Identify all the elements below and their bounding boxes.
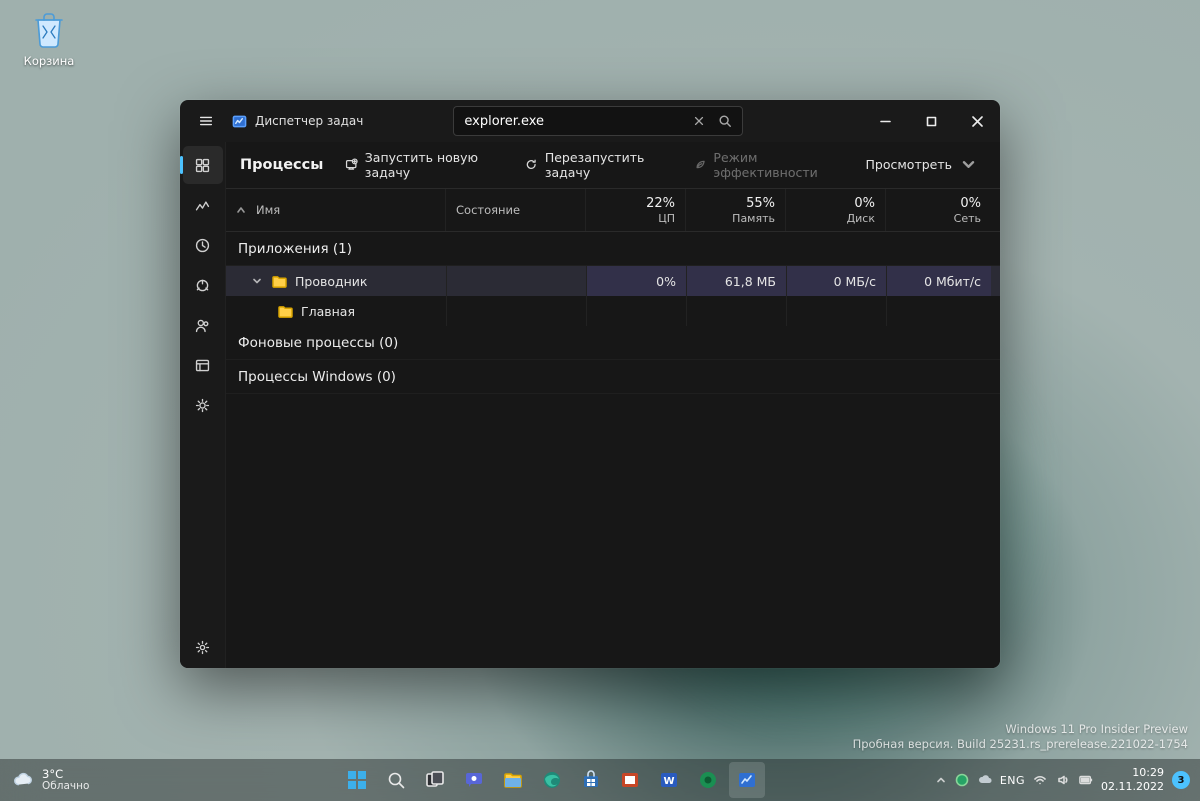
restart-task-button[interactable]: Перезапустить задачу [515, 149, 678, 181]
nav-users[interactable] [183, 306, 223, 344]
system-tray[interactable] [955, 773, 992, 787]
page-title: Процессы [240, 157, 323, 173]
maximize-button[interactable] [908, 100, 954, 142]
taskbar-search[interactable] [378, 762, 414, 798]
col-network[interactable]: 0%Сеть [886, 189, 991, 231]
task-manager-icon [232, 114, 247, 129]
run-new-task-button[interactable]: Запустить новую задачу [335, 149, 509, 181]
efficiency-mode-button: Режим эффективности [684, 149, 850, 181]
taskbar-center: W [170, 762, 935, 798]
svg-text:W: W [664, 776, 675, 787]
ime-indicator[interactable]: ENG [1000, 774, 1025, 787]
build-watermark: Windows 11 Pro Insider Preview Пробная в… [853, 722, 1188, 753]
quick-settings[interactable] [1033, 773, 1093, 787]
search-submit-button[interactable] [712, 108, 738, 134]
task-view-button[interactable] [417, 762, 453, 798]
left-nav [180, 142, 226, 668]
taskbar-condition: Облачно [42, 781, 89, 793]
search-input[interactable] [464, 114, 686, 129]
col-memory[interactable]: 55%Память [686, 189, 786, 231]
folder-icon [278, 305, 293, 318]
hamburger-button[interactable] [188, 103, 224, 139]
app-title: Диспетчер задач [232, 114, 363, 129]
search-clear-button[interactable] [686, 108, 712, 134]
window-controls [862, 100, 1000, 142]
close-button[interactable] [954, 100, 1000, 142]
nav-performance[interactable] [183, 186, 223, 224]
taskbar-temp: 3°C [42, 768, 89, 781]
restart-icon [525, 157, 537, 172]
nav-settings[interactable] [183, 628, 223, 666]
onedrive-icon[interactable] [978, 773, 992, 787]
explorer-button[interactable] [495, 762, 531, 798]
toolbar: Процессы Запустить новую задачу Перезапу… [226, 142, 1000, 188]
taskbar: 3°C Облачно W ENG [0, 759, 1200, 801]
recycle-bin-icon [28, 8, 70, 50]
col-cpu[interactable]: 22%ЦП [586, 189, 686, 231]
content-area: Процессы Запустить новую задачу Перезапу… [226, 142, 1000, 668]
sort-asc-icon [236, 205, 246, 215]
recycle-bin-desktop-icon[interactable]: Корзина [15, 8, 83, 68]
col-name[interactable]: Имя [226, 189, 446, 231]
folder-icon [272, 275, 287, 288]
expand-toggle[interactable] [250, 276, 264, 286]
nav-startup[interactable] [183, 266, 223, 304]
nav-details[interactable] [183, 346, 223, 384]
task-manager-window: Диспетчер задач [180, 100, 1000, 668]
recycle-bin-label: Корзина [15, 54, 83, 68]
group-apps[interactable]: Приложения (1) [226, 232, 1000, 266]
chat-button[interactable] [456, 762, 492, 798]
nav-services[interactable] [183, 386, 223, 424]
row-explorer[interactable]: Проводник 0% 61,8 МБ 0 МБ/с 0 Мбит/с [226, 266, 1000, 296]
tray-overflow-button[interactable] [935, 774, 947, 786]
leaf-icon [694, 157, 706, 172]
taskbar-clock[interactable]: 10:29 02.11.2022 [1101, 766, 1164, 794]
start-button[interactable] [339, 762, 375, 798]
pinned-app-1[interactable] [612, 762, 648, 798]
nav-processes[interactable] [183, 146, 223, 184]
table-header: Имя Состояние 22%ЦП 55%Память 0%Диск 0%С… [226, 188, 1000, 232]
battery-icon [1079, 773, 1093, 787]
group-background[interactable]: Фоновые процессы (0) [226, 326, 1000, 360]
chevron-down-icon [961, 157, 976, 172]
col-status[interactable]: Состояние [446, 189, 586, 231]
volume-icon [1056, 773, 1070, 787]
close-icon [693, 115, 705, 127]
group-windows[interactable]: Процессы Windows (0) [226, 360, 1000, 394]
process-rows: Приложения (1) Проводник 0% 61,8 МБ 0 МБ… [226, 232, 1000, 668]
minimize-button[interactable] [862, 100, 908, 142]
task-manager-taskbar[interactable] [729, 762, 765, 798]
search-box[interactable] [453, 106, 743, 136]
tray-icon-1[interactable] [955, 773, 969, 787]
row-explorer-child[interactable]: Главная [226, 296, 1000, 326]
search-icon [718, 114, 732, 128]
word-button[interactable]: W [651, 762, 687, 798]
edge-button[interactable] [534, 762, 570, 798]
taskbar-weather[interactable]: 3°C Облачно [0, 768, 170, 792]
notification-badge[interactable]: 3 [1172, 771, 1190, 789]
wifi-icon [1033, 773, 1047, 787]
pinned-app-2[interactable] [690, 762, 726, 798]
weather-icon [12, 769, 34, 791]
titlebar[interactable]: Диспетчер задач [180, 100, 1000, 142]
chevron-down-icon [252, 276, 262, 286]
col-disk[interactable]: 0%Диск [786, 189, 886, 231]
taskbar-right: ENG 10:29 02.11.2022 3 [935, 766, 1200, 794]
view-button[interactable]: Просмотреть [856, 149, 987, 181]
store-button[interactable] [573, 762, 609, 798]
nav-app-history[interactable] [183, 226, 223, 264]
desktop: Корзина Windows 11 Pro Insider Preview П… [0, 0, 1200, 801]
run-icon [345, 157, 357, 172]
